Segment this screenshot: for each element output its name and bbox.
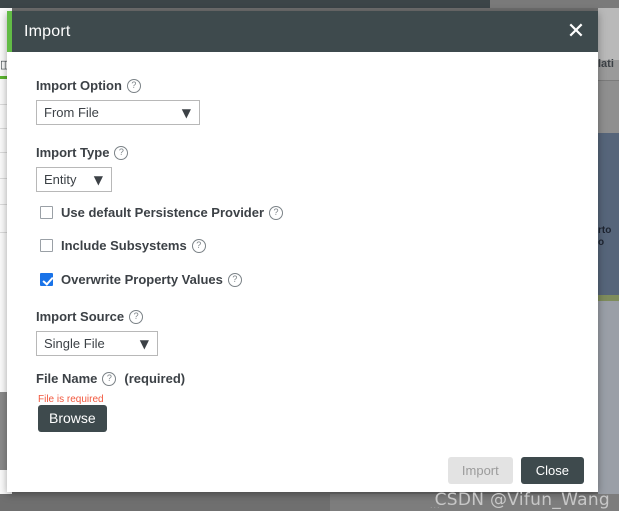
dialog-accent-bar bbox=[7, 11, 12, 52]
background-right-text-line2: o bbox=[598, 237, 605, 248]
chevron-down-icon: ▼ bbox=[181, 105, 191, 120]
background-right-header-text: lati bbox=[598, 58, 614, 70]
checkbox-label-text: Overwrite Property Values bbox=[61, 272, 223, 287]
help-icon[interactable]: ? bbox=[227, 272, 242, 287]
checkbox-row-include-subsystems[interactable]: Include Subsystems ? bbox=[40, 238, 206, 253]
help-icon[interactable]: ? bbox=[114, 145, 129, 160]
background-right-header bbox=[598, 8, 619, 60]
file-name-required-note: (required) bbox=[124, 371, 186, 386]
help-icon[interactable]: ? bbox=[126, 78, 141, 93]
import-source-value: Single File bbox=[44, 336, 105, 351]
checkbox-label: Use default Persistence Provider ? bbox=[61, 205, 284, 220]
background-statusbar-left bbox=[0, 494, 330, 511]
background-right-midsection bbox=[598, 81, 619, 133]
dialog-header: Import ✕ bbox=[7, 11, 598, 52]
chevron-down-icon: ▼ bbox=[139, 336, 149, 351]
background-right-image bbox=[598, 133, 619, 300]
dialog-body: Import Option ? From File ▼ Import Type … bbox=[7, 52, 598, 448]
import-type-select[interactable]: Entity ▼ bbox=[36, 167, 112, 192]
checkbox-row-overwrite-property-values[interactable]: Overwrite Property Values ? bbox=[40, 272, 242, 287]
file-required-error: File is required bbox=[38, 394, 104, 405]
help-icon[interactable]: ? bbox=[269, 205, 284, 220]
import-option-select[interactable]: From File ▼ bbox=[36, 100, 200, 125]
checkbox-label-text: Include Subsystems bbox=[61, 238, 187, 253]
browse-button[interactable]: Browse bbox=[38, 405, 107, 432]
import-button[interactable]: Import bbox=[447, 456, 513, 484]
import-option-value: From File bbox=[44, 105, 99, 120]
help-icon[interactable]: ? bbox=[191, 238, 206, 253]
close-button[interactable]: Close bbox=[520, 456, 584, 484]
background-topbar-dark bbox=[0, 0, 490, 8]
import-type-label: Import Type ? bbox=[36, 145, 129, 160]
file-name-label-text: File Name bbox=[36, 371, 98, 386]
checkbox-include-subsystems[interactable] bbox=[40, 239, 53, 252]
import-source-label: Import Source ? bbox=[36, 309, 144, 324]
checkbox-label: Include Subsystems ? bbox=[61, 238, 206, 253]
import-source-select[interactable]: Single File ▼ bbox=[36, 331, 158, 356]
background-right-text-line1: rto bbox=[598, 225, 612, 236]
close-icon[interactable]: ✕ bbox=[563, 19, 589, 45]
import-option-label-text: Import Option bbox=[36, 78, 122, 93]
checkbox-overwrite-property-values[interactable] bbox=[40, 273, 53, 286]
file-name-label: File Name ? (required) bbox=[36, 371, 185, 386]
chevron-down-icon: ▼ bbox=[93, 172, 103, 187]
checkbox-row-use-default-persistence-provider[interactable]: Use default Persistence Provider ? bbox=[40, 205, 284, 220]
import-type-value: Entity bbox=[44, 172, 77, 187]
dialog-title: Import bbox=[24, 22, 71, 40]
checkbox-use-default-persistence-provider[interactable] bbox=[40, 206, 53, 219]
checkbox-label-text: Use default Persistence Provider bbox=[61, 205, 265, 220]
import-source-label-text: Import Source bbox=[36, 309, 125, 324]
help-icon[interactable]: ? bbox=[129, 309, 144, 324]
import-option-label: Import Option ? bbox=[36, 78, 141, 93]
dialog-footer: Import Close bbox=[7, 448, 598, 492]
background-right-lower bbox=[598, 301, 619, 494]
import-type-label-text: Import Type bbox=[36, 145, 110, 160]
help-icon[interactable]: ? bbox=[102, 371, 117, 386]
import-dialog: Import ✕ Import Option ? From File ▼ Imp… bbox=[7, 11, 598, 492]
checkbox-label: Overwrite Property Values ? bbox=[61, 272, 242, 287]
screen: ◫ lati rto o ... Import ✕ Import Option … bbox=[0, 0, 619, 511]
background-statusbar-dots: ... bbox=[430, 500, 441, 510]
